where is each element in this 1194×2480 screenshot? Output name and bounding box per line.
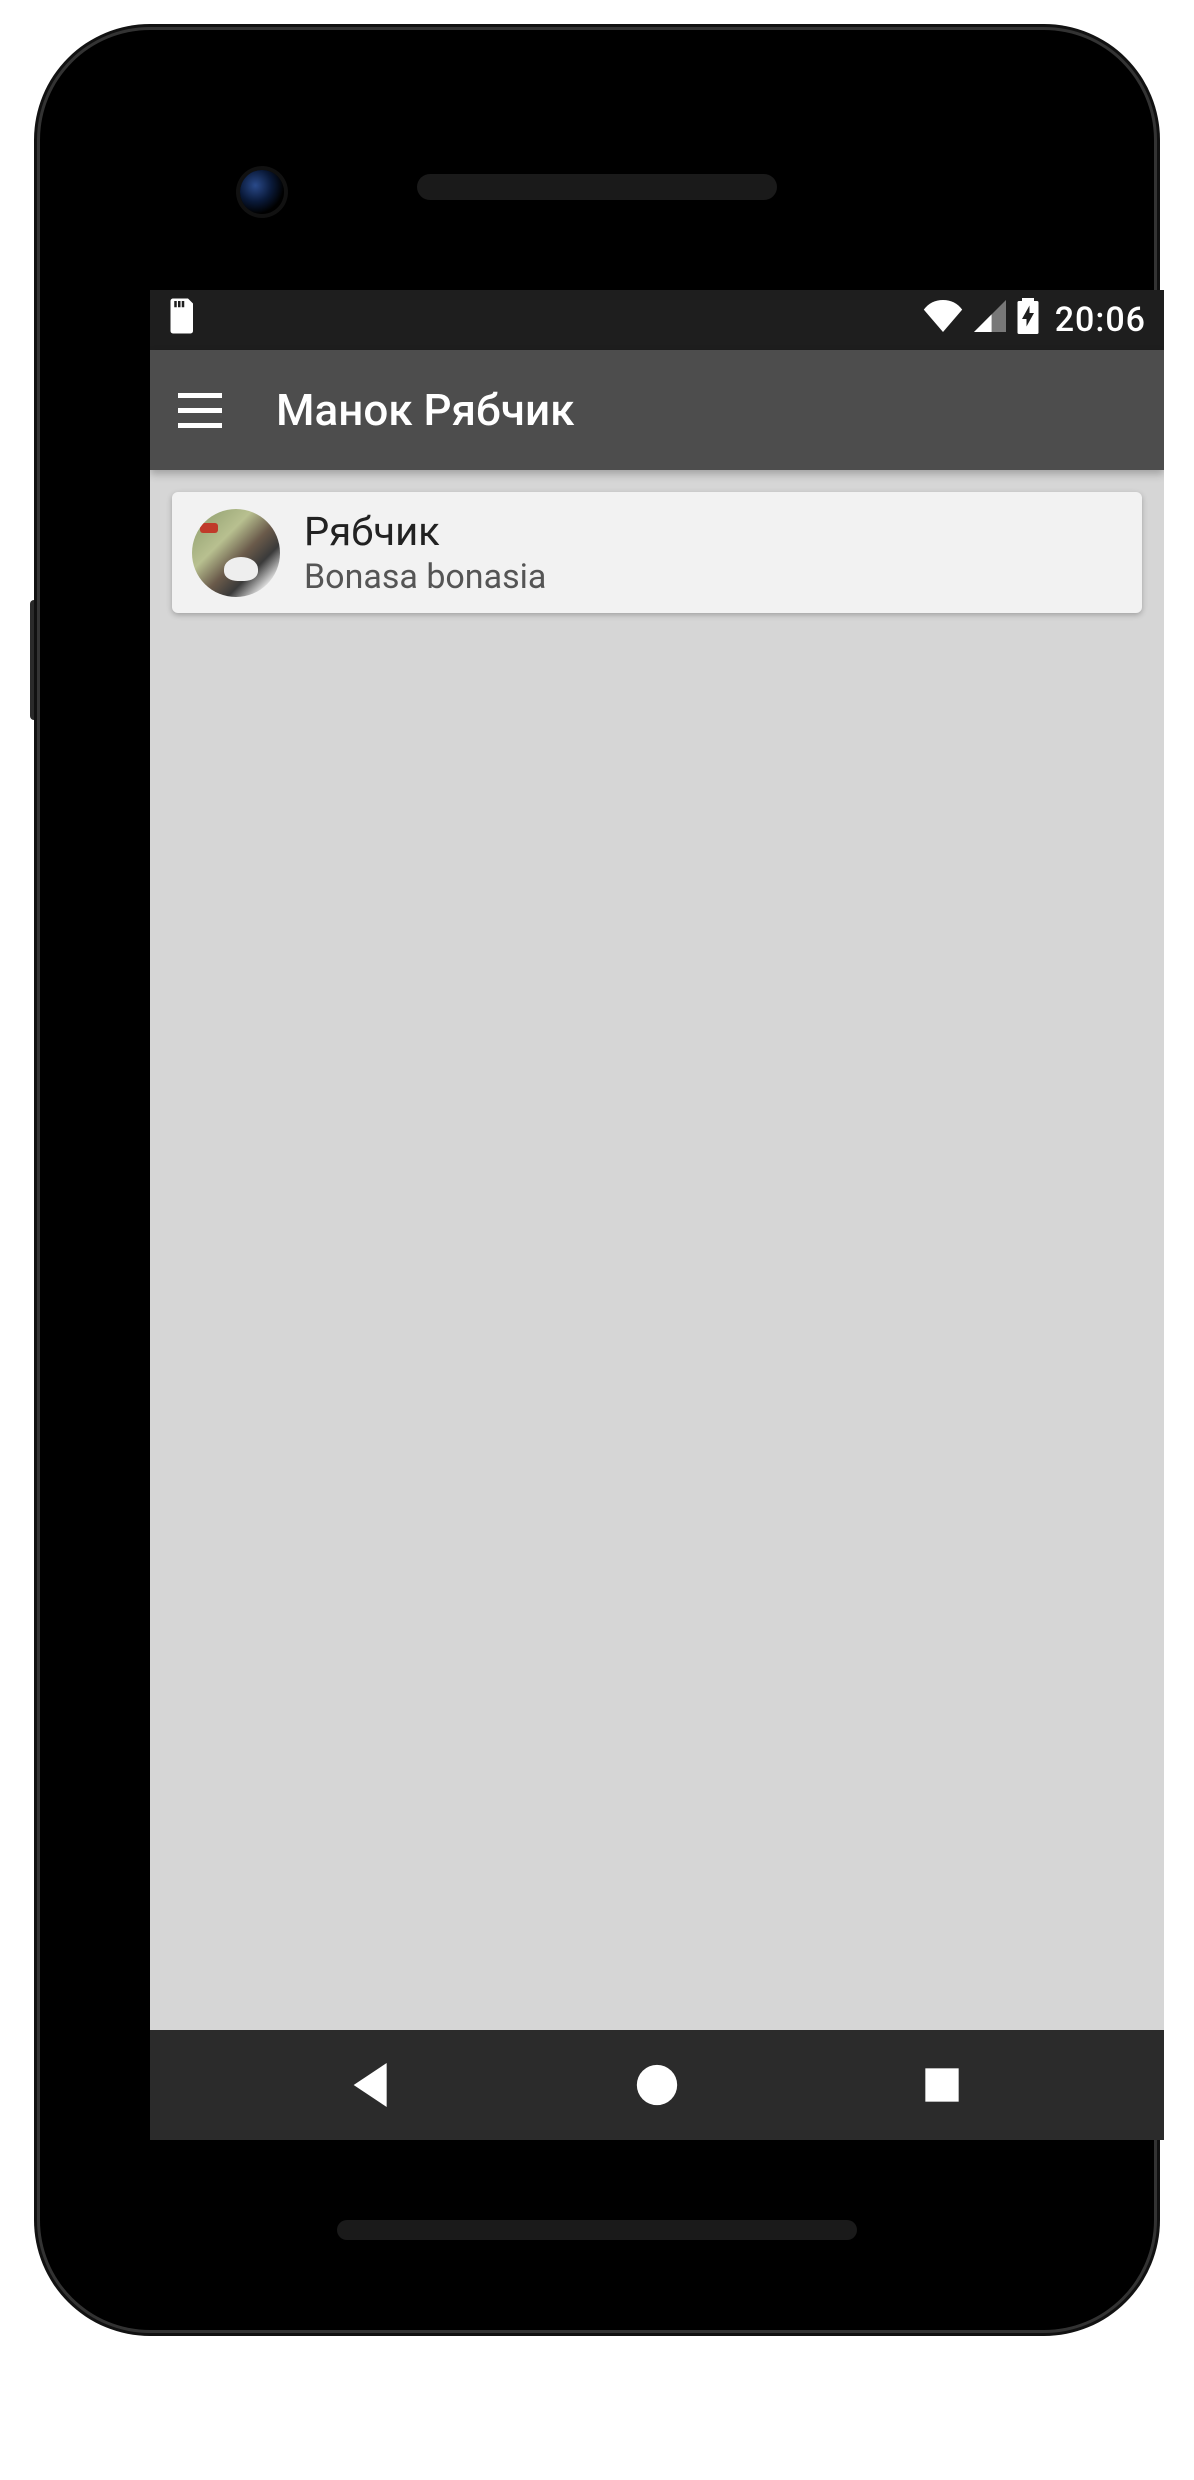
status-bar: 20:06 bbox=[150, 290, 1164, 350]
recent-apps-button[interactable] bbox=[912, 2055, 972, 2115]
sd-card-icon bbox=[168, 298, 198, 343]
home-button[interactable] bbox=[627, 2055, 687, 2115]
battery-charging-icon bbox=[1017, 298, 1039, 343]
status-clock: 20:06 bbox=[1055, 300, 1146, 340]
front-camera bbox=[240, 170, 284, 214]
back-button[interactable] bbox=[342, 2055, 402, 2115]
cell-signal-icon bbox=[973, 300, 1007, 341]
list-item[interactable]: Рябчик Bonasa bonasia bbox=[172, 492, 1142, 613]
app-bar: Манок Рябчик bbox=[150, 350, 1164, 470]
wifi-icon bbox=[923, 300, 963, 341]
phone-frame: 20:06 Манок Рябчик Рябчик Bonasa bonasia bbox=[40, 30, 1154, 2330]
phone-bezel: 20:06 Манок Рябчик Рябчик Bonasa bonasia bbox=[60, 50, 1134, 2310]
bird-avatar bbox=[192, 509, 280, 597]
earpiece-speaker bbox=[417, 174, 777, 200]
list-item-subtitle: Bonasa bonasia bbox=[304, 557, 546, 597]
list-item-text: Рябчик Bonasa bonasia bbox=[304, 508, 546, 597]
app-title: Манок Рябчик bbox=[276, 384, 574, 436]
bottom-speaker bbox=[337, 2220, 857, 2240]
list-item-title: Рябчик bbox=[304, 508, 546, 555]
device-screen: 20:06 Манок Рябчик Рябчик Bonasa bonasia bbox=[150, 290, 1164, 2140]
content-area: Рябчик Bonasa bonasia bbox=[150, 470, 1164, 635]
menu-icon[interactable] bbox=[174, 384, 226, 436]
navigation-bar bbox=[150, 2030, 1164, 2140]
